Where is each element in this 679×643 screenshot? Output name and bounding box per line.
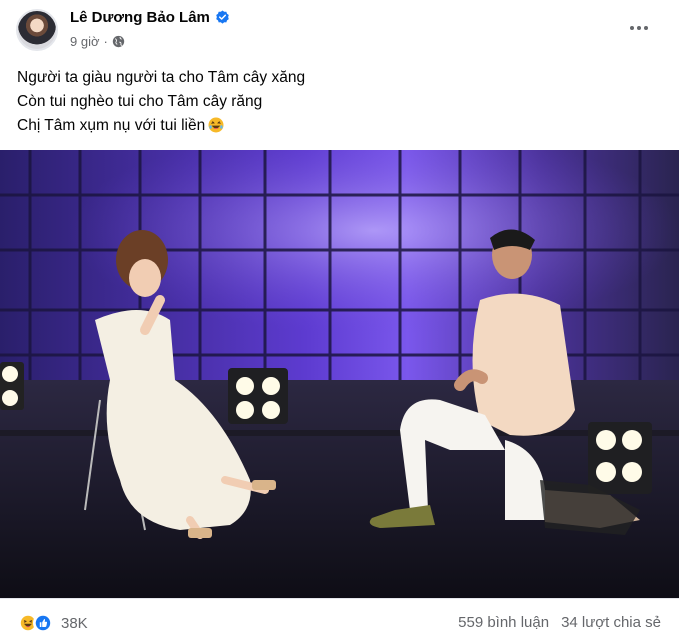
author-name[interactable]: Lê Dương Bảo Lâm [70, 9, 210, 26]
post-meta: 9 giờ · [70, 34, 125, 49]
more-options-icon [630, 26, 634, 30]
post-photo[interactable] [0, 150, 679, 598]
meta-separator: · [103, 34, 108, 49]
post-header: Lê Dương Bảo Lâm 9 giờ · [0, 0, 679, 60]
author-avatar[interactable] [16, 9, 58, 51]
reaction-summary[interactable]: 38K [18, 613, 88, 633]
post-stats: 559 bình luận 34 lượt chia sẻ [458, 614, 661, 631]
globe-icon[interactable] [112, 35, 125, 48]
more-options-button[interactable] [621, 14, 657, 42]
post-text-line-2: Còn tui nghèo tui cho Tâm cây răng [17, 93, 263, 110]
post-time[interactable]: 9 giờ [70, 34, 100, 49]
post-body-text: Người ta giàu người ta cho Tâm cây xăng … [17, 66, 657, 138]
rolling-laughing-emoji-icon [208, 117, 224, 133]
comments-count-link[interactable]: 559 bình luận [458, 614, 549, 631]
stage-photo-illustration [0, 150, 679, 598]
post-footer: 38K 559 bình luận 34 lượt chia sẻ [0, 598, 679, 643]
like-reaction-icon [33, 613, 53, 633]
verified-badge-icon [216, 10, 229, 24]
author-row: Lê Dương Bảo Lâm [70, 9, 230, 26]
post-text-line-1: Người ta giàu người ta cho Tâm cây xăng [17, 69, 306, 86]
shares-count-link[interactable]: 34 lượt chia sẻ [561, 614, 661, 631]
post-text-line-3-text: Chị Tâm xụm nụ với tui liền [17, 117, 206, 134]
reaction-count: 38K [61, 614, 88, 632]
post-text-line-3: Chị Tâm xụm nụ với tui liền [17, 114, 657, 138]
stage-light-left [0, 362, 24, 410]
